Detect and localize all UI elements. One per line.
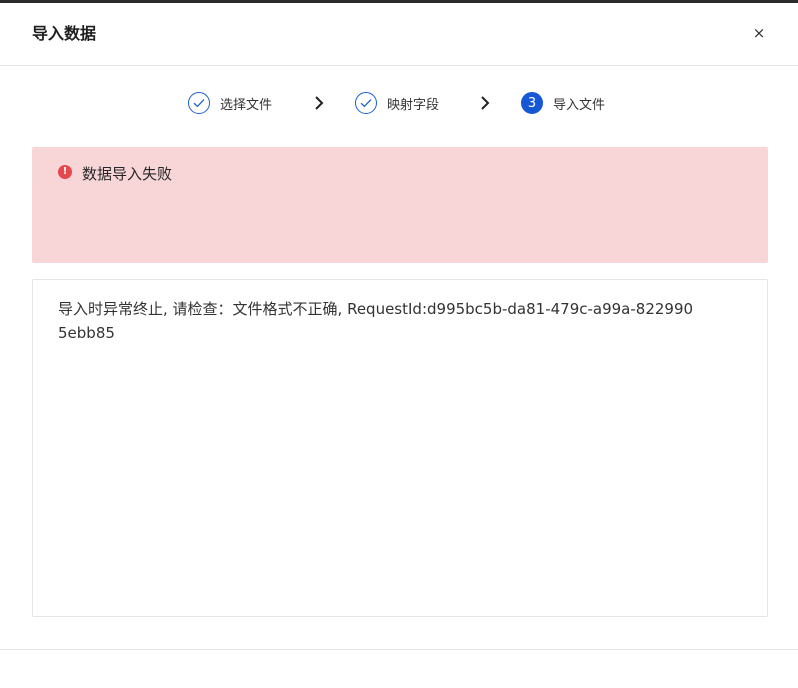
step-indicator: 选择文件 映射字段 3 导入文件 [0, 90, 798, 116]
error-detail-text: 导入时异常终止, 请检查：文件格式不正确, RequestId:d995bc5b… [58, 300, 694, 342]
import-data-dialog: 导入数据 × 选择文件 映射字段 3 导入文件 ! 数据导入失败 导入时异常终止… [0, 3, 798, 688]
step-map-fields: 映射字段 [355, 90, 439, 116]
error-icon: ! [58, 165, 72, 179]
error-detail-box: 导入时异常终止, 请检查：文件格式不正确, RequestId:d995bc5b… [32, 279, 768, 617]
dialog-header: 导入数据 × [0, 3, 798, 66]
dialog-title: 导入数据 [32, 24, 97, 43]
step-number-badge: 3 [521, 92, 543, 114]
chevron-right-icon [312, 94, 326, 112]
step-label: 导入文件 [553, 97, 606, 113]
footer-divider [0, 649, 798, 650]
close-button[interactable]: × [750, 23, 768, 43]
step-label: 映射字段 [387, 97, 440, 113]
check-icon [355, 92, 377, 114]
step-select-file: 选择文件 [188, 90, 272, 116]
check-icon [188, 92, 210, 114]
alert-message: 数据导入失败 [82, 165, 173, 183]
step-import-file: 3 导入文件 [521, 90, 605, 116]
chevron-right-icon [478, 94, 492, 112]
step-label: 选择文件 [220, 97, 273, 113]
error-alert: ! 数据导入失败 [32, 147, 768, 263]
